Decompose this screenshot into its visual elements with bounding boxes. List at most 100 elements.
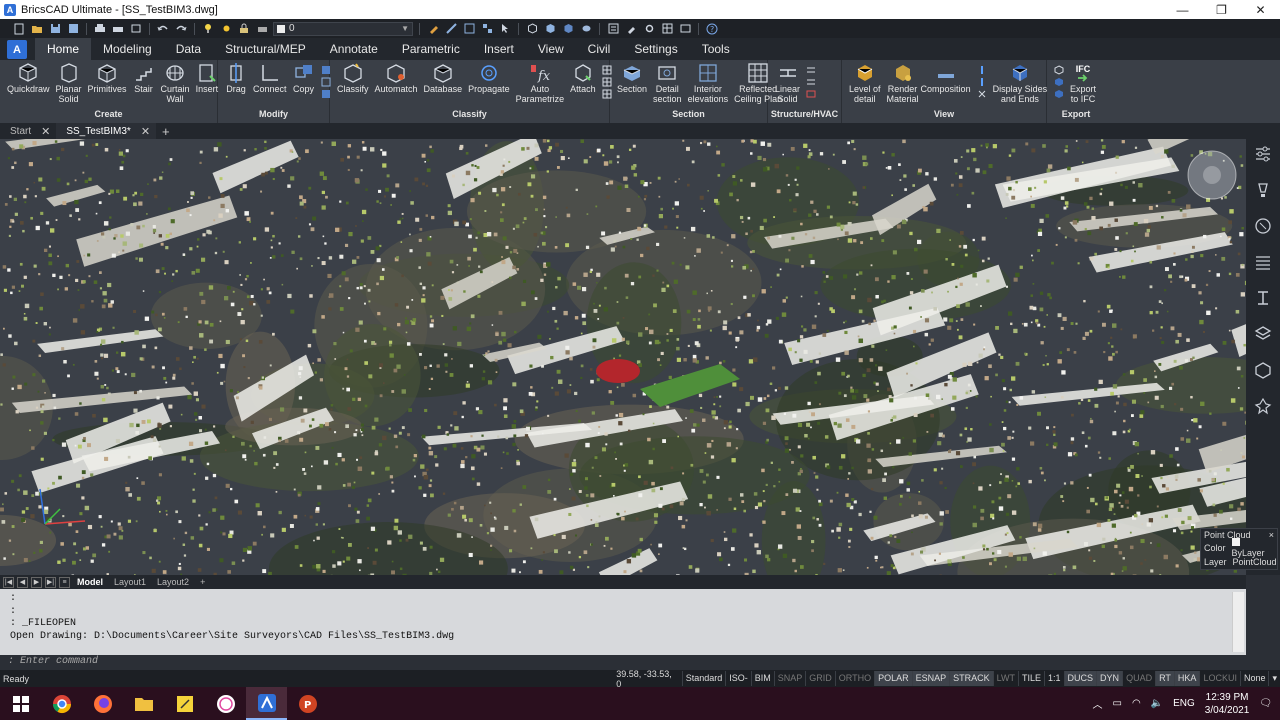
tab-insert[interactable]: Insert bbox=[472, 38, 526, 60]
tools-icon[interactable] bbox=[624, 22, 638, 35]
status-toggle-tile[interactable]: TILE bbox=[1018, 671, 1044, 686]
status-toggle-hka[interactable]: HKA bbox=[1173, 671, 1200, 686]
maximize-button[interactable]: ❐ bbox=[1202, 0, 1241, 19]
quad-layer-value[interactable]: PointCloud bbox=[1233, 557, 1277, 567]
close-button[interactable]: ✕ bbox=[1241, 0, 1280, 19]
table-icon[interactable] bbox=[660, 22, 674, 35]
minimize-button[interactable]: — bbox=[1163, 0, 1202, 19]
column-icon[interactable] bbox=[806, 77, 816, 87]
chevron-up-icon[interactable]: ︿ bbox=[1092, 696, 1102, 711]
tab-annotate[interactable]: Annotate bbox=[318, 38, 390, 60]
settings-icon[interactable] bbox=[642, 22, 656, 35]
status-toggle-bim[interactable]: BIM bbox=[750, 671, 774, 686]
properties-panel-icon[interactable] bbox=[1253, 143, 1273, 165]
close-icon[interactable]: ✕ bbox=[141, 125, 150, 138]
layer-print-icon[interactable] bbox=[255, 22, 269, 35]
status-toggle-rt[interactable]: RT bbox=[1155, 671, 1174, 686]
rendering-icon[interactable] bbox=[1253, 215, 1273, 237]
layer-on-icon[interactable] bbox=[201, 22, 215, 35]
status-toggle-iso-25[interactable]: ISO-25 bbox=[725, 671, 751, 698]
cube-icon[interactable] bbox=[525, 22, 539, 35]
calculator-icon[interactable] bbox=[606, 22, 620, 35]
library-icon[interactable] bbox=[1253, 251, 1273, 273]
planar-solid-button[interactable]: Planar Solid bbox=[53, 62, 85, 109]
status-toggle-polar[interactable]: POLAR bbox=[874, 671, 912, 686]
save-icon[interactable] bbox=[48, 22, 62, 35]
powerpoint-icon[interactable]: P bbox=[287, 687, 328, 720]
tab-start[interactable]: Start ✕ bbox=[0, 123, 56, 139]
command-history-scrollbar[interactable] bbox=[1232, 592, 1244, 652]
network-icon[interactable]: ▭ bbox=[1112, 698, 1121, 709]
help-icon[interactable]: ? bbox=[705, 22, 719, 35]
display-sides-and-ends-button[interactable]: Display Sides and Ends bbox=[990, 62, 1051, 109]
sticky-notes-icon[interactable] bbox=[164, 687, 205, 720]
level-of-detail-button[interactable]: Level of detail bbox=[846, 62, 884, 109]
status-toggle-grid[interactable]: GRID bbox=[805, 671, 835, 686]
language-indicator[interactable]: ENG bbox=[1173, 698, 1195, 709]
duct-icon[interactable] bbox=[806, 89, 816, 99]
quad-color-value[interactable]: ByLayer bbox=[1231, 538, 1274, 558]
status-toggle-lockui[interactable]: LOCKUI bbox=[1199, 671, 1240, 686]
chrome-icon[interactable] bbox=[41, 687, 82, 720]
tab-structural-mep[interactable]: Structural/MEP bbox=[213, 38, 318, 60]
itunes-icon[interactable] bbox=[205, 687, 246, 720]
open-file-icon[interactable] bbox=[30, 22, 44, 35]
save-as-icon[interactable] bbox=[66, 22, 80, 35]
drawing-viewport[interactable] bbox=[0, 139, 1246, 575]
display-icon[interactable] bbox=[977, 65, 987, 75]
properties-icon[interactable] bbox=[462, 22, 476, 35]
status-toggle-strack[interactable]: STRACK bbox=[949, 671, 993, 686]
composition-button[interactable]: Composition bbox=[918, 62, 974, 109]
tab-home[interactable]: Home bbox=[35, 38, 92, 60]
redo-icon[interactable] bbox=[174, 22, 188, 35]
visual-style-icon[interactable] bbox=[579, 22, 593, 35]
dimension-icon[interactable] bbox=[1253, 287, 1273, 309]
tab-document[interactable]: SS_TestBIM3* ✕ bbox=[56, 123, 157, 139]
status-menu-icon[interactable]: ▾ bbox=[1268, 671, 1280, 686]
new-file-icon[interactable] bbox=[12, 22, 26, 35]
attach-button[interactable]: Attach bbox=[567, 62, 599, 109]
first-layout-icon[interactable]: |◀ bbox=[3, 576, 14, 588]
layer-dropdown[interactable]: 0 ▼ bbox=[273, 21, 413, 36]
tab-civil[interactable]: Civil bbox=[576, 38, 623, 60]
display-icon[interactable] bbox=[977, 89, 987, 99]
firefox-icon[interactable] bbox=[82, 687, 123, 720]
quickdraw-button[interactable]: Quickdraw bbox=[4, 62, 53, 109]
detail-section-button[interactable]: Detail section bbox=[650, 62, 685, 109]
interior-elevations-button[interactable]: Interior elevations bbox=[685, 62, 732, 109]
windows-start-icon[interactable] bbox=[0, 687, 41, 720]
print-icon[interactable] bbox=[93, 22, 107, 35]
propagate-button[interactable]: Propagate bbox=[465, 62, 513, 109]
drag-button[interactable]: Drag bbox=[222, 62, 250, 109]
clock[interactable]: 12:39 PM 3/04/2021 bbox=[1205, 691, 1250, 717]
lightbulb-icon[interactable] bbox=[1253, 179, 1273, 201]
status-toggle-lwt[interactable]: LWT bbox=[992, 671, 1018, 686]
application-menu-button[interactable]: A bbox=[7, 40, 27, 59]
database-button[interactable]: Database bbox=[421, 62, 466, 109]
cube-icon[interactable] bbox=[1054, 77, 1064, 87]
layout-list-icon[interactable]: ≡ bbox=[59, 576, 70, 588]
export-to-ifc-button[interactable]: IFC Export to IFC bbox=[1067, 62, 1099, 109]
layer-freeze-icon[interactable] bbox=[219, 22, 233, 35]
tab-model[interactable]: Model bbox=[73, 577, 107, 587]
next-layout-icon[interactable]: ▶ bbox=[31, 576, 42, 588]
tab-parametric[interactable]: Parametric bbox=[390, 38, 472, 60]
pin-icon[interactable] bbox=[1253, 395, 1273, 417]
layer-lock-icon[interactable] bbox=[237, 22, 251, 35]
close-icon[interactable]: ✕ bbox=[41, 125, 50, 138]
insert-button[interactable]: Insert bbox=[193, 62, 222, 109]
status-toggle-esnap[interactable]: ESNAP bbox=[911, 671, 950, 686]
status-toggle-ducs[interactable]: DUCS bbox=[1063, 671, 1097, 686]
select-icon[interactable] bbox=[498, 22, 512, 35]
explorer-icon[interactable] bbox=[480, 22, 494, 35]
display-icon[interactable] bbox=[977, 77, 987, 87]
status-toggle-1-1[interactable]: 1:1 bbox=[1044, 671, 1064, 686]
volume-icon[interactable]: 🔈 bbox=[1151, 698, 1163, 709]
tab-modeling[interactable]: Modeling bbox=[91, 38, 164, 60]
cube-icon[interactable] bbox=[1054, 65, 1064, 75]
prev-layout-icon[interactable]: ◀ bbox=[17, 576, 28, 588]
print-preview-icon[interactable] bbox=[111, 22, 125, 35]
file-explorer-icon[interactable] bbox=[123, 687, 164, 720]
status-toggle-standard[interactable]: Standard bbox=[681, 671, 726, 686]
tab-settings[interactable]: Settings bbox=[622, 38, 689, 60]
